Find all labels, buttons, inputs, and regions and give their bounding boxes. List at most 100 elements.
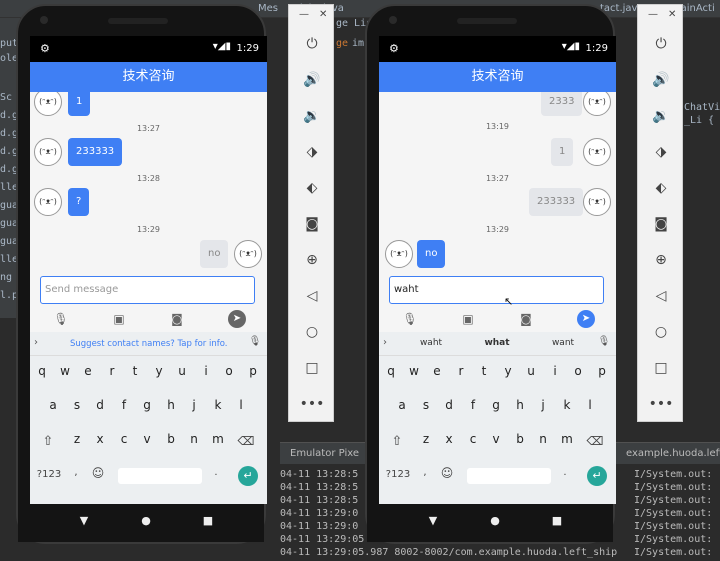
message-bubble-in[interactable]: no — [417, 240, 446, 268]
chevron-right-icon[interactable]: › — [383, 337, 387, 348]
key[interactable]: y — [148, 364, 170, 378]
mic-icon[interactable]: 🎙 — [247, 336, 263, 352]
key[interactable]: j — [183, 398, 205, 412]
key[interactable]: q — [31, 364, 53, 378]
message-bubble-out[interactable]: no — [200, 240, 229, 268]
close-icon[interactable]: ✕ — [668, 9, 676, 20]
send-icon[interactable]: ➤ — [577, 310, 595, 328]
message-bubble-in[interactable]: 233333 — [68, 138, 123, 166]
mic-icon[interactable]: 🎙 — [52, 312, 70, 328]
rotate-right-icon[interactable]: ⬖ — [289, 173, 335, 203]
key[interactable]: p — [242, 364, 264, 378]
enter-icon[interactable]: ↵ — [238, 466, 258, 486]
key[interactable]: l — [579, 398, 601, 412]
emoji-icon[interactable]: ☺ — [90, 466, 106, 480]
key[interactable]: d — [89, 398, 111, 412]
key[interactable]: i — [195, 364, 217, 378]
symbols-key[interactable]: ?123 — [383, 469, 413, 480]
ide-tab[interactable]: Mes — [258, 0, 288, 18]
key[interactable]: a — [391, 398, 413, 412]
key[interactable]: k — [556, 398, 578, 412]
rotate-right-icon[interactable]: ⬖ — [638, 173, 684, 203]
key[interactable]: x — [438, 432, 460, 446]
shift-icon[interactable]: ⇧ — [387, 434, 407, 449]
minimize-icon[interactable]: — — [648, 9, 658, 20]
screenshot-icon[interactable]: ◙ — [289, 209, 335, 239]
volume-up-icon[interactable]: 🔊 — [638, 65, 684, 95]
key[interactable]: n — [183, 432, 205, 446]
avatar[interactable]: (ᵔᴥᵔ) — [34, 188, 62, 216]
key[interactable]: x — [89, 432, 111, 446]
key[interactable]: z — [66, 432, 88, 446]
key[interactable]: p — [591, 364, 613, 378]
overview-icon[interactable]: □ — [289, 353, 335, 383]
mic-icon[interactable]: 🎙 — [401, 312, 419, 328]
period-key[interactable]: . — [210, 467, 222, 478]
avatar[interactable]: (ᵔᴥᵔ) — [385, 240, 413, 268]
minimize-icon[interactable]: — — [299, 9, 309, 20]
space-bar[interactable] — [118, 468, 202, 484]
message-bubble-in[interactable]: 1 — [68, 92, 91, 116]
screenshot-icon[interactable]: ◙ — [638, 209, 684, 239]
overview-icon[interactable]: □ — [638, 353, 684, 383]
camera-icon[interactable]: ◙ — [168, 312, 186, 328]
key[interactable]: m — [207, 432, 229, 446]
key[interactable]: f — [462, 398, 484, 412]
image-icon[interactable]: ▣ — [459, 312, 477, 328]
power-icon[interactable]: ⏻ — [289, 29, 335, 59]
avatar[interactable]: (ᵔᴥᵔ) — [583, 92, 611, 116]
suggestion-word[interactable]: what — [467, 338, 527, 348]
period-key[interactable]: . — [559, 467, 571, 478]
chevron-right-icon[interactable]: › — [34, 337, 38, 348]
more-icon[interactable]: ••• — [289, 389, 335, 419]
image-icon[interactable]: ▣ — [110, 312, 128, 328]
rotate-left-icon[interactable]: ⬗ — [289, 137, 335, 167]
key[interactable]: e — [77, 364, 99, 378]
shift-icon[interactable]: ⇧ — [38, 434, 58, 449]
volume-up-icon[interactable]: 🔊 — [289, 65, 335, 95]
volume-down-icon[interactable]: 🔉 — [289, 101, 335, 131]
message-bubble-out[interactable]: 1 — [551, 138, 574, 166]
chat-list[interactable]: 2333 (ᵔᴥᵔ) 13:19 1 (ᵔᴥᵔ) 13:27 233333 (ᵔ… — [379, 92, 616, 272]
key[interactable]: e — [426, 364, 448, 378]
key[interactable]: w — [403, 364, 425, 378]
avatar[interactable]: (ᵔᴥᵔ) — [234, 240, 262, 268]
enter-icon[interactable]: ↵ — [587, 466, 607, 486]
key[interactable]: a — [42, 398, 64, 412]
home-icon[interactable]: ● — [136, 514, 156, 527]
message-input[interactable]: waht — [389, 276, 604, 304]
key[interactable]: n — [532, 432, 554, 446]
key[interactable]: i — [544, 364, 566, 378]
send-icon[interactable]: ➤ — [228, 310, 246, 328]
mic-icon[interactable]: 🎙 — [596, 336, 612, 352]
home-icon[interactable]: ● — [485, 514, 505, 527]
chat-list[interactable]: (ᵔᴥᵔ) 1 13:27 (ᵔᴥᵔ) 233333 13:28 (ᵔᴥᵔ) ?… — [30, 92, 267, 272]
key[interactable]: r — [450, 364, 472, 378]
key[interactable]: w — [54, 364, 76, 378]
key[interactable]: t — [124, 364, 146, 378]
rotate-left-icon[interactable]: ⬗ — [638, 137, 684, 167]
space-bar[interactable] — [467, 468, 551, 484]
backspace-icon[interactable]: ⌫ — [236, 434, 256, 448]
key[interactable]: v — [485, 432, 507, 446]
key[interactable]: j — [532, 398, 554, 412]
key[interactable]: c — [462, 432, 484, 446]
home-icon[interactable]: ○ — [289, 317, 335, 347]
suggestion-word[interactable]: want — [533, 338, 593, 348]
suggestion-text[interactable]: Suggest contact names? Tap for info. — [70, 339, 228, 349]
key[interactable]: g — [485, 398, 507, 412]
backspace-icon[interactable]: ⌫ — [585, 434, 605, 448]
back-icon[interactable]: ▼ — [423, 514, 443, 527]
key[interactable]: z — [415, 432, 437, 446]
volume-down-icon[interactable]: 🔉 — [638, 101, 684, 131]
message-bubble-out[interactable]: 2333 — [541, 92, 583, 116]
message-input[interactable]: Send message — [40, 276, 255, 304]
zoom-icon[interactable]: ⊕ — [638, 245, 684, 275]
key[interactable]: l — [230, 398, 252, 412]
power-icon[interactable]: ⏻ — [638, 29, 684, 59]
recents-icon[interactable]: ■ — [198, 514, 218, 527]
zoom-icon[interactable]: ⊕ — [289, 245, 335, 275]
emoji-icon[interactable]: ☺ — [439, 466, 455, 480]
avatar[interactable]: (ᵔᴥᵔ) — [583, 188, 611, 216]
comma-key[interactable]: , — [419, 467, 431, 478]
